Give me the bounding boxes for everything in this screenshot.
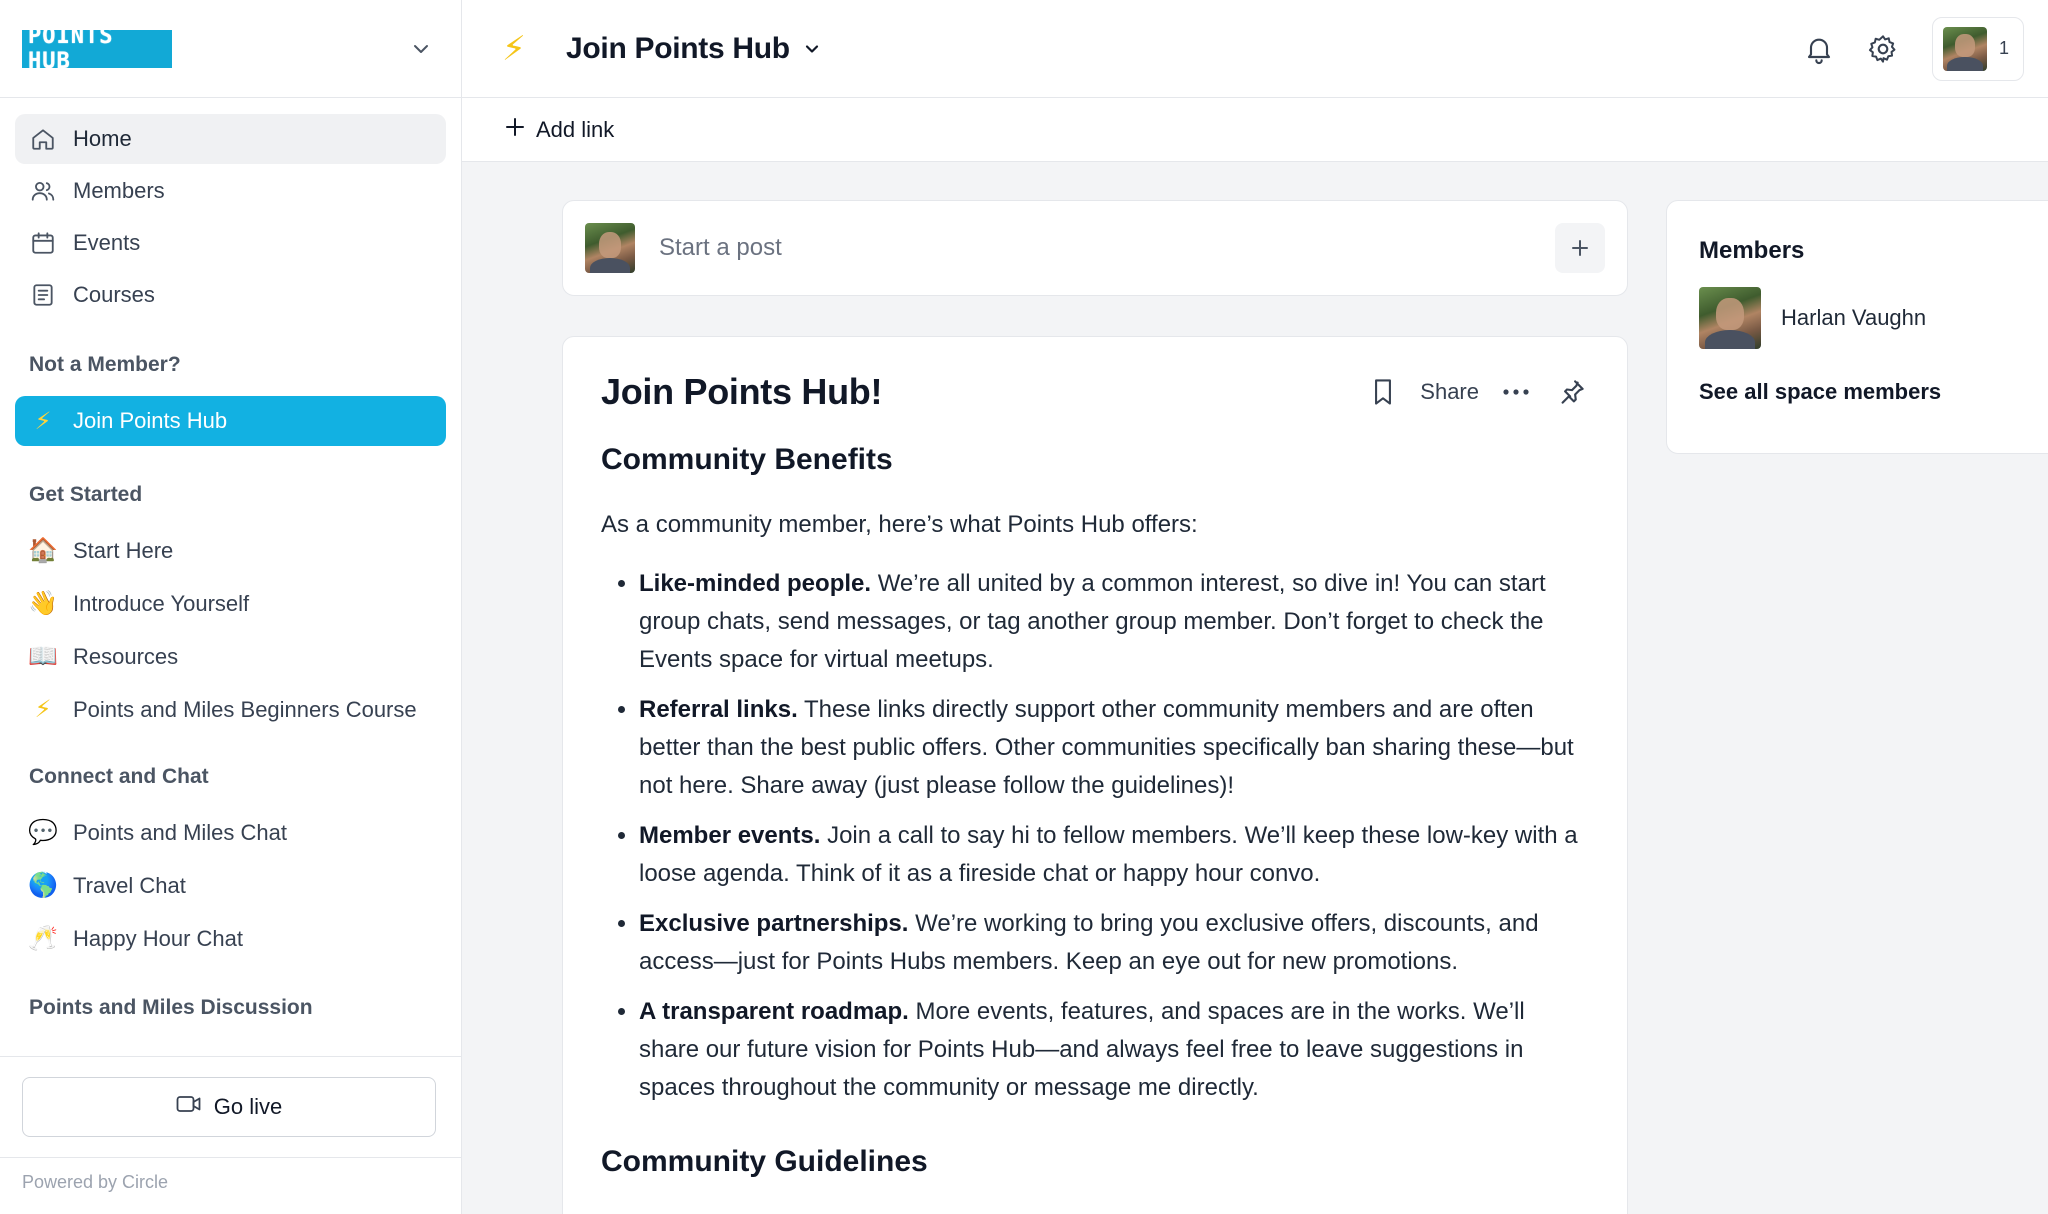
benefit-title: Referral links. bbox=[639, 696, 798, 723]
home-icon bbox=[29, 125, 57, 153]
lightning-icon: ⚡ bbox=[34, 696, 52, 723]
speech-bubble-icon: 💬 bbox=[28, 819, 58, 846]
add-link-button[interactable]: Add link bbox=[504, 116, 614, 144]
sidebar-section-title: Points and Miles Discussion bbox=[29, 996, 313, 1019]
benefit-title: Like-minded people. bbox=[639, 570, 872, 597]
sidebar-item-beginners-course[interactable]: ⚡ Points and Miles Beginners Course bbox=[15, 683, 446, 736]
sidebar-item-label: Travel Chat bbox=[73, 872, 186, 898]
chevron-down-icon[interactable] bbox=[802, 39, 822, 59]
sidebar-item-label: Happy Hour Chat bbox=[73, 925, 243, 951]
sidebar-footer: Go live Powered by Circle bbox=[0, 1056, 461, 1214]
members-panel-title: Members bbox=[1699, 237, 1805, 264]
clinking-glasses-icon: 🥂 bbox=[28, 925, 58, 952]
post-title[interactable]: Join Points Hub! bbox=[601, 371, 882, 413]
sidebar-item-events[interactable]: Events bbox=[15, 218, 446, 268]
sidebar-item-start-here[interactable]: 🏠 Start Here bbox=[15, 524, 446, 577]
sidebar-item-label: Points and Miles Beginners Course bbox=[73, 696, 417, 722]
sidebar-item-label: Introduce Yourself bbox=[73, 590, 250, 616]
lightning-icon: ⚡ bbox=[34, 407, 52, 435]
sidebar-item-label: Points and Miles Chat bbox=[73, 819, 287, 845]
avatar bbox=[1943, 26, 1987, 71]
new-post-plus-button[interactable] bbox=[1555, 223, 1605, 273]
member-row[interactable]: Harlan Vaughn bbox=[1699, 287, 2033, 349]
list-item: Exclusive partnerships. We’re working to… bbox=[639, 905, 1589, 981]
sidebar-item-label: Events bbox=[73, 230, 141, 255]
header-actions: 1 bbox=[1800, 16, 2024, 81]
sidebar: POINTS HUB Home Members Events Courses N… bbox=[0, 0, 462, 1214]
sidebar-item-label: Home bbox=[73, 126, 132, 151]
sidebar-item-label: Join Points Hub bbox=[73, 408, 228, 433]
benefit-title: A transparent roadmap. bbox=[639, 998, 909, 1025]
gear-icon[interactable] bbox=[1864, 30, 1902, 68]
community-logo[interactable]: POINTS HUB bbox=[22, 24, 172, 74]
list-item: Referral links. These links directly sup… bbox=[639, 691, 1589, 805]
sidebar-section-title: Not a Member? bbox=[29, 353, 181, 376]
sidebar-item-points-miles-chat[interactable]: 💬 Points and Miles Chat bbox=[15, 806, 446, 859]
go-live-label: Go live bbox=[213, 1094, 283, 1119]
house-emoji-icon: 🏠 bbox=[28, 537, 58, 564]
members-icon bbox=[29, 177, 57, 205]
chevron-down-icon[interactable] bbox=[409, 37, 433, 61]
video-camera-icon bbox=[176, 1093, 202, 1121]
list-item: A transparent roadmap. More events, feat… bbox=[639, 993, 1589, 1107]
go-live-container: Go live bbox=[0, 1056, 461, 1158]
avatar[interactable] bbox=[1699, 287, 1761, 349]
members-panel: Members Harlan Vaughn See all space memb… bbox=[1666, 200, 2048, 454]
see-all-members-link[interactable]: See all space members bbox=[1699, 379, 2033, 405]
member-name[interactable]: Harlan Vaughn bbox=[1781, 305, 1926, 331]
bell-icon[interactable] bbox=[1800, 30, 1838, 68]
sidebar-item-label: Members bbox=[73, 178, 165, 203]
sidebar-item-resources[interactable]: 📖 Resources bbox=[15, 630, 446, 683]
avatar bbox=[585, 223, 635, 273]
add-link-label: Add link bbox=[536, 116, 615, 142]
courses-icon bbox=[29, 281, 57, 309]
start-post-input[interactable]: Start a post bbox=[659, 234, 1555, 262]
benefit-title: Member events. bbox=[639, 822, 821, 849]
sidebar-section-title: Connect and Chat bbox=[29, 765, 209, 788]
bookmark-icon[interactable] bbox=[1364, 373, 1402, 411]
benefit-title: Exclusive partnerships. bbox=[639, 910, 909, 937]
post-card: Join Points Hub! Share Community Benefit… bbox=[562, 336, 1628, 1214]
sidebar-item-label: Courses bbox=[73, 282, 155, 307]
sidebar-item-introduce-yourself[interactable]: 👋 Introduce Yourself bbox=[15, 577, 446, 630]
top-header: ⚡ Join Points Hub 1 bbox=[462, 0, 2048, 98]
go-live-button[interactable]: Go live bbox=[22, 1077, 436, 1137]
notification-count: 1 bbox=[1999, 38, 2010, 58]
waving-hand-icon: 👋 bbox=[28, 590, 58, 617]
sidebar-header: POINTS HUB bbox=[0, 0, 461, 98]
section-heading-benefits: Community Benefits bbox=[601, 443, 893, 476]
list-item: Member events. Join a call to say hi to … bbox=[639, 817, 1589, 893]
plus-icon bbox=[504, 116, 526, 144]
space-emoji-icon: ⚡ bbox=[502, 29, 526, 68]
sidebar-item-join-points-hub[interactable]: ⚡ Join Points Hub bbox=[15, 396, 446, 446]
sidebar-item-courses[interactable]: Courses bbox=[15, 270, 446, 320]
powered-by-text[interactable]: Powered by Circle bbox=[0, 1158, 461, 1214]
list-item: Like-minded people. We’re all united by … bbox=[639, 565, 1589, 679]
calendar-icon bbox=[29, 229, 57, 257]
globe-icon: 🌎 bbox=[28, 872, 58, 899]
post-composer[interactable]: Start a post bbox=[562, 200, 1628, 296]
user-menu-button[interactable]: 1 bbox=[1932, 16, 2024, 81]
sidebar-nav: Home Members Events Courses Not a Member… bbox=[0, 98, 461, 1025]
share-button[interactable]: Share bbox=[1420, 379, 1479, 405]
space-subheader: Add link bbox=[462, 98, 2048, 162]
pin-icon[interactable] bbox=[1553, 373, 1591, 411]
space-title[interactable]: Join Points Hub bbox=[566, 32, 790, 66]
post-actions: Share bbox=[1364, 373, 1591, 411]
post-header: Join Points Hub! Share bbox=[601, 371, 1589, 413]
sidebar-item-label: Start Here bbox=[73, 537, 174, 563]
sidebar-item-label: Resources bbox=[73, 643, 179, 669]
benefits-intro: As a community member, here’s what Point… bbox=[601, 511, 1198, 538]
sidebar-item-happy-hour-chat[interactable]: 🥂 Happy Hour Chat bbox=[15, 912, 446, 965]
sidebar-item-members[interactable]: Members bbox=[15, 166, 446, 216]
sidebar-item-home[interactable]: Home bbox=[15, 114, 446, 164]
sidebar-section-title: Get Started bbox=[29, 483, 143, 506]
section-heading-guidelines: Community Guidelines bbox=[601, 1145, 928, 1178]
sidebar-item-travel-chat[interactable]: 🌎 Travel Chat bbox=[15, 859, 446, 912]
open-book-icon: 📖 bbox=[28, 643, 58, 670]
more-options-icon[interactable] bbox=[1497, 373, 1535, 411]
benefits-list: Like-minded people. We’re all united by … bbox=[601, 565, 1589, 1107]
